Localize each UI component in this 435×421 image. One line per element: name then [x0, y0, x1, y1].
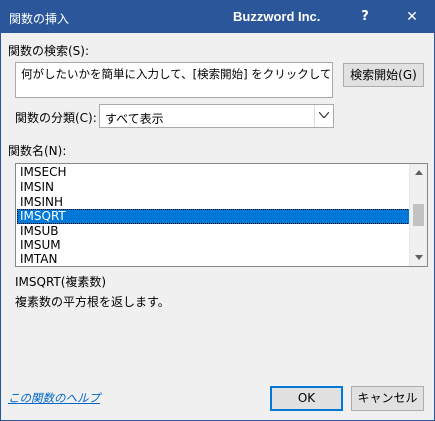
list-item[interactable]: IMSINH — [17, 195, 410, 210]
function-name-label: 関数名(N): — [8, 144, 67, 158]
category-label: 関数の分類(C): — [15, 111, 97, 125]
list-item[interactable]: IMSECH — [17, 165, 410, 180]
category-select[interactable]: すべて表示 — [99, 104, 334, 128]
search-start-button[interactable]: 検索開始(G) — [343, 63, 424, 87]
help-icon[interactable]: ? — [354, 7, 376, 27]
dialog-title: 関数の挿入 — [9, 12, 70, 26]
list-item-selected[interactable]: IMSQRT — [17, 209, 410, 224]
search-input[interactable]: 何がしたいかを簡単に入力して、[検索開始] をクリックしてください。 — [15, 62, 333, 98]
search-label: 関数の検索(S): — [8, 44, 90, 58]
chevron-down-icon[interactable] — [314, 105, 333, 127]
scroll-down-icon[interactable] — [410, 249, 427, 266]
ok-button[interactable]: OK — [270, 386, 343, 411]
function-signature: IMSQRT(複素数) — [15, 275, 107, 289]
function-help-link[interactable]: この関数のヘルプ — [8, 390, 100, 406]
function-listbox[interactable]: IMSECH IMSIN IMSINH IMSQRT IMSUB IMSUM I… — [15, 163, 428, 267]
list-item[interactable]: IMSIN — [17, 180, 410, 195]
close-icon[interactable]: ✕ — [399, 7, 425, 27]
scroll-up-icon[interactable] — [410, 164, 427, 181]
list-item[interactable]: IMTAN — [17, 252, 410, 266]
brand-name: Buzzword Inc. — [233, 9, 321, 24]
list-item[interactable]: IMSUM — [17, 238, 410, 253]
category-selected-value: すべて表示 — [105, 112, 164, 126]
cancel-button[interactable]: キャンセル — [351, 386, 424, 411]
title-bar[interactable]: 関数の挿入 Buzzword Inc. ? ✕ — [1, 1, 434, 33]
scroll-thumb[interactable] — [413, 204, 424, 226]
insert-function-dialog: 関数の挿入 Buzzword Inc. ? ✕ 関数の検索(S): 何がしたいか… — [0, 0, 435, 421]
function-description: 複素数の平方根を返します。 — [15, 295, 170, 309]
list-item[interactable]: IMSUB — [17, 224, 410, 239]
list-scrollbar[interactable] — [409, 164, 427, 266]
